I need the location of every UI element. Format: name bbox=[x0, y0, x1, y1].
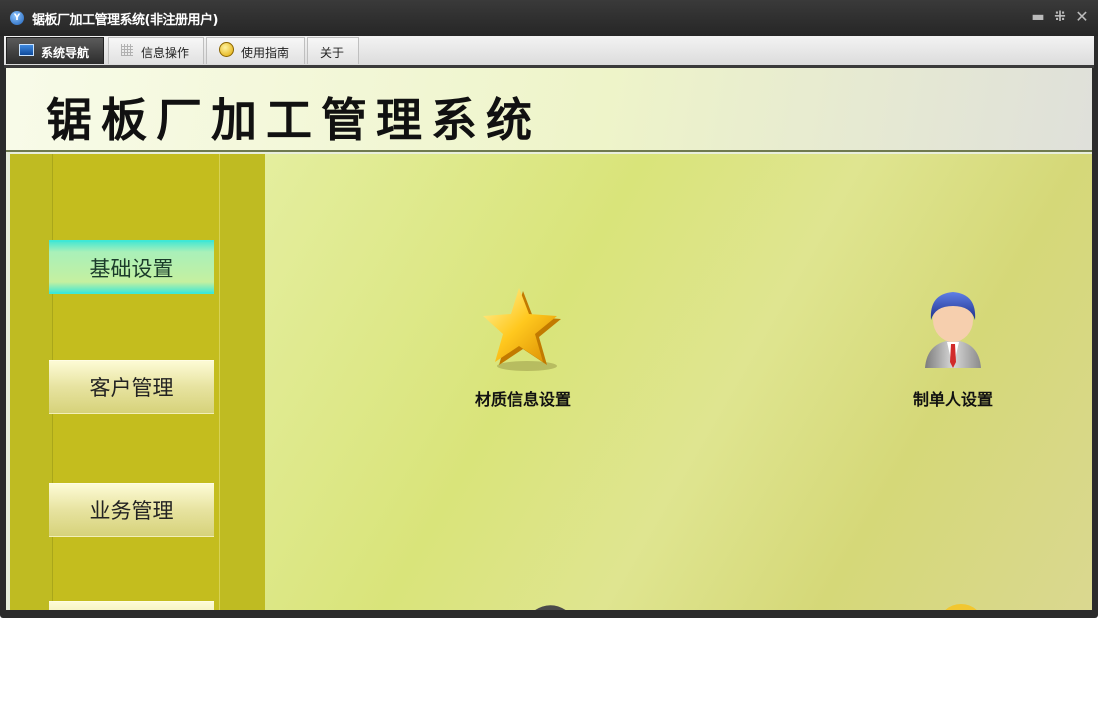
close-button[interactable]: ✕ bbox=[1073, 8, 1091, 26]
tab-info-ops[interactable]: 信息操作 bbox=[108, 37, 204, 64]
help-icon bbox=[219, 42, 234, 57]
star-icon bbox=[483, 288, 561, 371]
tab-label: 关于 bbox=[320, 46, 345, 60]
sidebar-item-basic-settings[interactable]: 基础设置 bbox=[49, 240, 214, 294]
tab-label: 使用指南 bbox=[241, 46, 290, 60]
main-content: 锯板厂加工管理系统 基础设置 客户管理 业务管理 材质信息设置 制单人设置 bbox=[6, 68, 1092, 610]
tab-system-nav[interactable]: 系统导航 bbox=[6, 37, 104, 64]
function-tile[interactable] bbox=[891, 600, 1031, 610]
tab-about[interactable]: 关于 bbox=[307, 37, 359, 64]
app-logo-icon: Y bbox=[10, 11, 24, 25]
tab-label: 系统导航 bbox=[41, 46, 90, 60]
monitor-icon bbox=[19, 44, 34, 56]
function-tile[interactable] bbox=[477, 600, 617, 610]
restore-button[interactable]: ⁜ bbox=[1051, 8, 1069, 26]
material-settings-tile[interactable]: 材质信息设置 bbox=[453, 282, 593, 412]
person-icon bbox=[925, 292, 981, 368]
tab-label: 信息操作 bbox=[141, 46, 190, 60]
tile-label: 材质信息设置 bbox=[474, 390, 571, 409]
tab-user-guide[interactable]: 使用指南 bbox=[206, 37, 305, 64]
minimize-button[interactable]: ▬ bbox=[1029, 8, 1047, 26]
tile-label: 制单人设置 bbox=[912, 390, 993, 409]
page-title: 锯板厂加工管理系统 bbox=[46, 93, 541, 147]
app-window: Y 锯板厂加工管理系统(非注册用户) ▬ ⁜ ✕ 系统导航 信息操作 使用指南 … bbox=[0, 0, 1098, 618]
grid-icon bbox=[121, 44, 133, 56]
partial-icon-c bbox=[535, 605, 566, 610]
sidebar-item-business-management[interactable]: 业务管理 bbox=[49, 483, 214, 537]
sidebar-item-customer-management[interactable]: 客户管理 bbox=[49, 360, 214, 414]
title-bar[interactable]: Y 锯板厂加工管理系统(非注册用户) ▬ ⁜ ✕ bbox=[0, 0, 1098, 36]
sidebar-item-more[interactable] bbox=[49, 601, 214, 610]
tab-bar: 系统导航 信息操作 使用指南 关于 bbox=[4, 36, 1094, 65]
partial-icon-d bbox=[945, 604, 977, 610]
window-title: 锯板厂加工管理系统(非注册用户) bbox=[32, 13, 218, 28]
function-panel: 材质信息设置 制单人设置 bbox=[265, 154, 1092, 610]
page-header: 锯板厂加工管理系统 bbox=[6, 68, 1092, 152]
document-maker-tile[interactable]: 制单人设置 bbox=[883, 282, 1023, 412]
